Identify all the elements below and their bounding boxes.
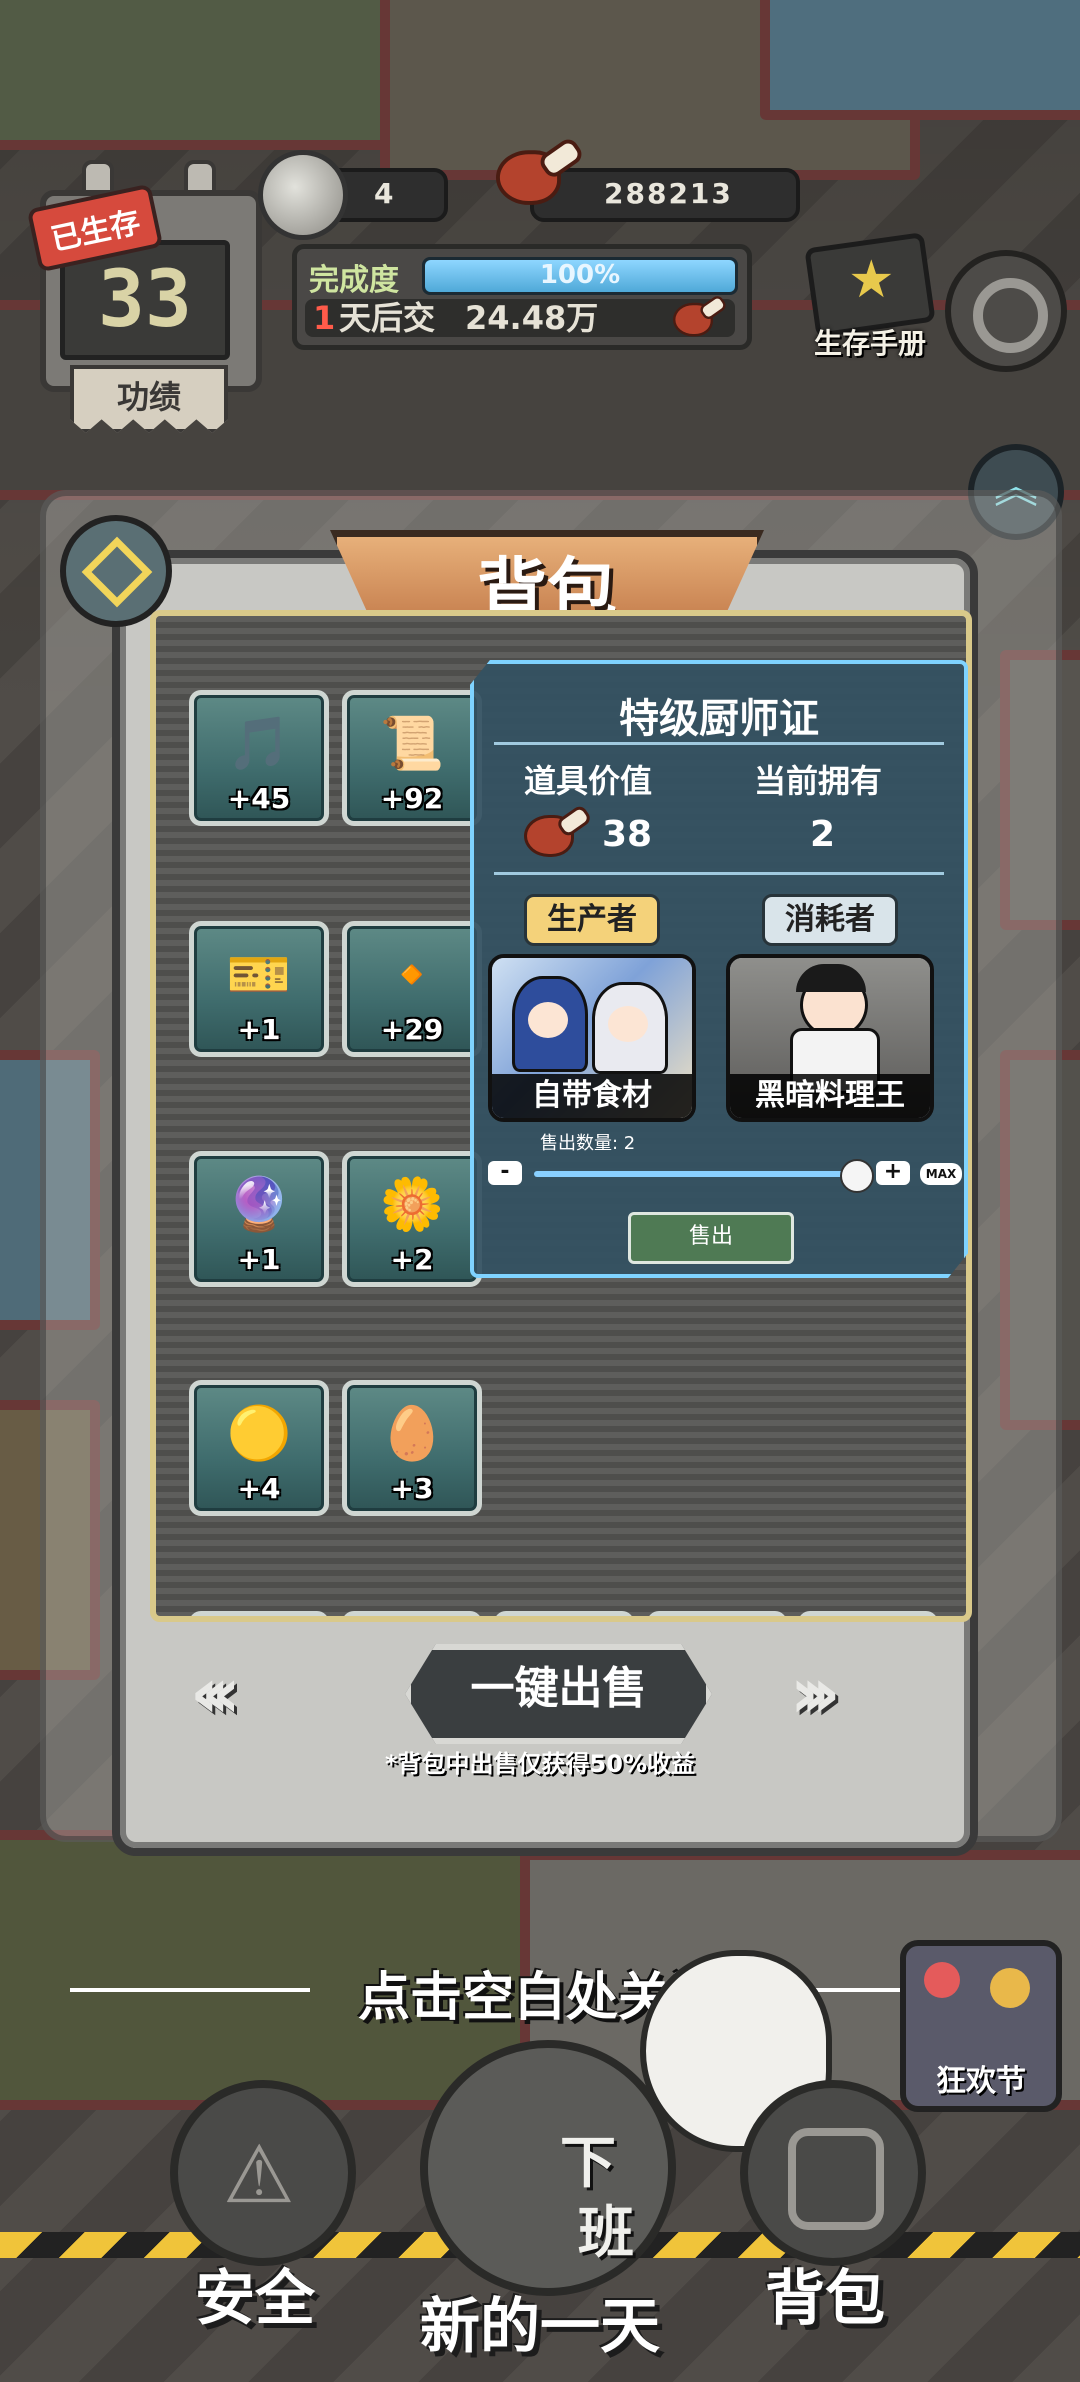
item-value: 38 bbox=[602, 814, 653, 855]
safety-button[interactable]: ⚠ bbox=[170, 2080, 356, 2266]
inventory-item[interactable]: 🔮 +1 bbox=[189, 1150, 329, 1287]
consumer-card[interactable]: 黑暗料理王 bbox=[726, 954, 934, 1122]
inventory-item[interactable]: 🐠+1 bbox=[493, 1611, 634, 1616]
magic-circle-icon: 🔮 bbox=[226, 1174, 292, 1235]
balloon-icon bbox=[990, 1968, 1030, 2008]
settings-button[interactable] bbox=[945, 250, 1067, 372]
flower-icon: 🌼 bbox=[379, 1174, 445, 1235]
completion-value: 100% bbox=[539, 260, 621, 290]
can-food-icon bbox=[258, 150, 348, 240]
sell-quantity-label: 售出数量: 2 bbox=[540, 1133, 636, 1154]
completion-progress-bar: 100% bbox=[422, 257, 738, 295]
divider bbox=[494, 742, 944, 745]
completion-panel[interactable]: 完成度 100% 1 天后交 24.48万 bbox=[292, 244, 752, 350]
producer-card[interactable]: 自带食材 bbox=[488, 954, 696, 1122]
deadline-row: 1 天后交 24.48万 bbox=[305, 293, 735, 338]
item-detail-popup: 特级厨师证 道具价值 当前拥有 38 2 生产者 消耗者 自带食材 黑暗料理王 … bbox=[470, 660, 968, 1278]
inventory-item[interactable]: 🎫 +1 bbox=[189, 921, 329, 1057]
deadline-amount: 24.48万 bbox=[465, 299, 599, 337]
sell-all-button[interactable]: 一键出售 bbox=[405, 1644, 712, 1744]
increase-button[interactable]: + bbox=[876, 1161, 910, 1185]
inventory-item[interactable]: 🥚 +3 bbox=[342, 1380, 482, 1516]
new-day-sub-1: 下 bbox=[560, 2131, 616, 2196]
consumer-name: 黑暗料理王 bbox=[730, 1074, 930, 1118]
slider-handle[interactable] bbox=[840, 1159, 874, 1193]
item-quantity: +1 bbox=[237, 1013, 281, 1046]
survival-manual-label: 生存手册 bbox=[813, 327, 926, 360]
completion-label: 完成度 bbox=[309, 263, 399, 298]
owned-label: 当前拥有 bbox=[754, 762, 883, 800]
inventory-item[interactable]: 🎵 +45 bbox=[189, 690, 329, 826]
page-left-arrow-icon[interactable]: ‹‹‹ bbox=[190, 1652, 240, 1734]
festival-label: 狂欢节 bbox=[936, 2064, 1026, 2099]
cans-count: 4 bbox=[374, 177, 394, 210]
ticket-icon: 🎫 bbox=[226, 945, 292, 1005]
item-quantity: +92 bbox=[380, 782, 444, 815]
inventory-item[interactable]: 🌼 +2 bbox=[342, 1150, 482, 1287]
decrease-button[interactable]: - bbox=[488, 1161, 522, 1185]
meat-count: 288213 bbox=[604, 177, 733, 210]
deadline-text: 天后交 bbox=[339, 299, 436, 337]
new-day-sub-2: 班 bbox=[578, 2201, 634, 2266]
item-quantity: +2 bbox=[390, 1242, 434, 1276]
star-icon: ★ bbox=[848, 250, 895, 310]
item-value-label: 道具价值 bbox=[524, 762, 653, 800]
new-day-label: 新的一天 bbox=[420, 2292, 660, 2362]
item-quantity: +3 bbox=[390, 1472, 434, 1505]
survival-manual-button[interactable]: ★ 生存手册 bbox=[790, 232, 940, 360]
music-note-icon: 🎵 bbox=[226, 714, 292, 774]
inventory-item[interactable]: 📜 +92 bbox=[342, 690, 482, 826]
divider bbox=[494, 872, 944, 875]
new-day-button[interactable]: 下 班 bbox=[420, 2040, 676, 2296]
item-quantity: +4 bbox=[237, 1472, 281, 1505]
days-survived-calendar[interactable]: 33 已生存 功绩 bbox=[26, 160, 262, 433]
paper-icon: 📜 bbox=[379, 714, 445, 774]
producer-tag: 生产者 bbox=[524, 894, 660, 946]
backpack-icon bbox=[788, 2128, 884, 2230]
slider-track[interactable] bbox=[534, 1171, 854, 1177]
inventory-item[interactable]: 🧃+1 bbox=[798, 1611, 938, 1616]
item-quantity: +29 bbox=[380, 1013, 444, 1046]
sell-note: *背包中出售仅获得50%收益 bbox=[385, 1750, 695, 1778]
safety-label: 安全 bbox=[195, 2264, 315, 2334]
inventory-item[interactable]: 🔸 +29 bbox=[342, 921, 482, 1057]
warning-icon: ⚠ bbox=[223, 2128, 295, 2221]
balloon-icon bbox=[924, 1962, 960, 1998]
inventory-item[interactable]: 🐍+1 bbox=[646, 1611, 787, 1616]
owned-count: 2 bbox=[810, 814, 836, 855]
golden-orb-icon: 🟡 bbox=[226, 1404, 292, 1464]
inventory-item[interactable]: 🐟+1 bbox=[189, 1611, 329, 1616]
gear-icon bbox=[973, 278, 1048, 353]
diamond-icon bbox=[81, 536, 153, 608]
merit-label[interactable]: 功绩 bbox=[70, 365, 228, 433]
bag-label: 背包 bbox=[765, 2264, 885, 2334]
page-right-arrow-icon[interactable]: ››› bbox=[790, 1652, 840, 1734]
meat-icon bbox=[496, 135, 586, 208]
festival-button[interactable]: 狂欢节 bbox=[900, 1940, 1062, 2112]
bag-button[interactable] bbox=[740, 2080, 926, 2266]
deadline-days: 1 bbox=[313, 299, 336, 337]
item-name: 特级厨师证 bbox=[619, 696, 819, 742]
item-quantity: +1 bbox=[237, 1242, 281, 1276]
producer-name: 自带食材 bbox=[492, 1074, 692, 1118]
item-quantity: +45 bbox=[227, 782, 291, 815]
max-button[interactable]: MAX bbox=[920, 1163, 962, 1185]
sell-quantity-slider[interactable]: - + MAX bbox=[484, 1159, 962, 1193]
egg-icon: 🥚 bbox=[379, 1404, 445, 1464]
inventory-item[interactable]: 🟡 +4 bbox=[189, 1380, 329, 1516]
consumer-tag: 消耗者 bbox=[762, 894, 898, 946]
sell-button[interactable]: 售出 bbox=[628, 1212, 794, 1264]
meat-icon bbox=[524, 803, 593, 859]
bullet-icon: 🔸 bbox=[379, 945, 445, 1005]
inventory-item[interactable]: 🦑+1 bbox=[342, 1611, 482, 1616]
meat-icon bbox=[673, 293, 729, 338]
